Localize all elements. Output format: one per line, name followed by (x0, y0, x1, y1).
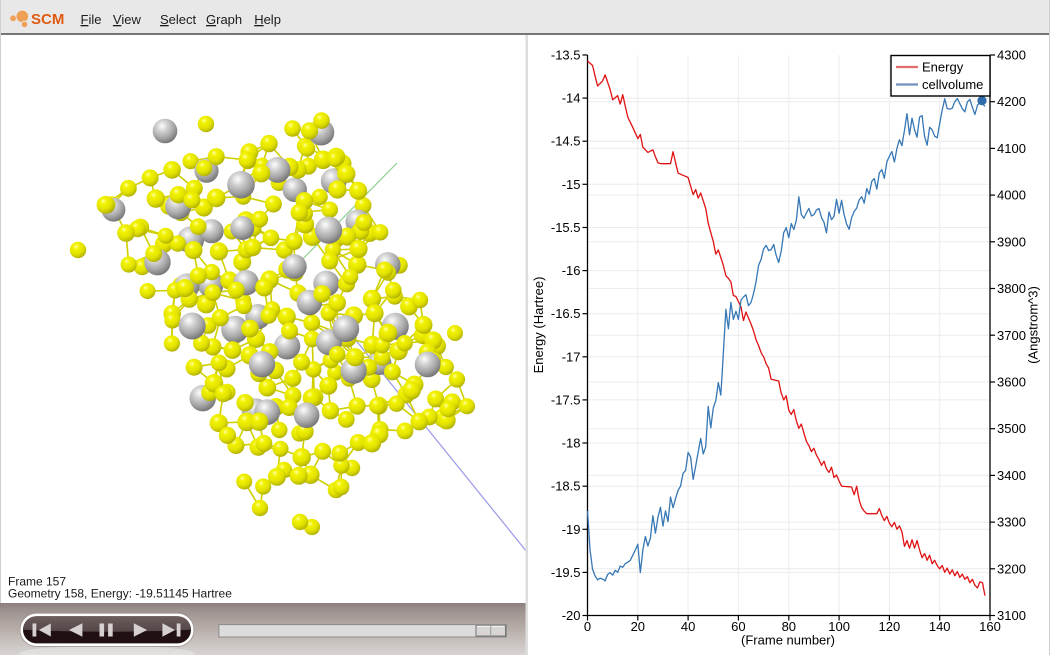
svg-text:View: View (113, 12, 142, 27)
svg-text:-13.5: -13.5 (551, 48, 581, 63)
svg-text:4200: 4200 (997, 94, 1026, 109)
svg-text:3600: 3600 (997, 375, 1026, 390)
svg-text:-15: -15 (562, 177, 581, 192)
svg-text:-14.5: -14.5 (551, 134, 581, 149)
svg-text:-17: -17 (562, 349, 581, 364)
svg-text:Energy: Energy (922, 59, 964, 74)
svg-text:-16: -16 (562, 263, 581, 278)
svg-text:(Angstrom^3): (Angstrom^3) (1026, 286, 1041, 364)
svg-text:Graph: Graph (206, 12, 242, 27)
svg-text:3700: 3700 (997, 328, 1026, 343)
svg-text:Select: Select (160, 12, 197, 27)
svg-text:3800: 3800 (997, 281, 1026, 296)
svg-text:-18: -18 (562, 436, 581, 451)
svg-text:20: 20 (631, 619, 645, 634)
svg-text:Help: Help (254, 12, 281, 27)
svg-text:File: File (81, 12, 102, 27)
svg-text:140: 140 (929, 619, 951, 634)
svg-text:120: 120 (879, 619, 901, 634)
svg-text:-19.5: -19.5 (551, 565, 581, 580)
svg-text:-14: -14 (562, 91, 581, 106)
svg-text:3400: 3400 (997, 468, 1026, 483)
svg-text:4000: 4000 (997, 188, 1026, 203)
svg-text:-20: -20 (562, 608, 581, 623)
svg-text:-19: -19 (562, 522, 581, 537)
svg-text:3500: 3500 (997, 421, 1026, 436)
svg-text:cellvolume: cellvolume (922, 77, 983, 92)
svg-text:-17.5: -17.5 (551, 392, 581, 407)
svg-text:3100: 3100 (997, 608, 1026, 623)
svg-text:160: 160 (979, 619, 1001, 634)
svg-text:-18.5: -18.5 (551, 479, 581, 494)
svg-text:4300: 4300 (997, 48, 1026, 63)
svg-text:40: 40 (681, 619, 695, 634)
svg-text:-15.5: -15.5 (551, 220, 581, 235)
svg-text:3200: 3200 (997, 561, 1026, 576)
svg-text:Geometry 158, Energy: -19.5114: Geometry 158, Energy: -19.51145 Hartree (8, 587, 232, 601)
svg-text:SCM: SCM (31, 11, 64, 28)
svg-text:3900: 3900 (997, 234, 1026, 249)
svg-text:(Frame number): (Frame number) (741, 633, 835, 648)
svg-text:4100: 4100 (997, 141, 1026, 156)
svg-text:Energy (Hartree): Energy (Hartree) (531, 277, 546, 374)
svg-text:-16.5: -16.5 (551, 306, 581, 321)
svg-text:3300: 3300 (997, 515, 1026, 530)
svg-text:0: 0 (584, 619, 591, 634)
